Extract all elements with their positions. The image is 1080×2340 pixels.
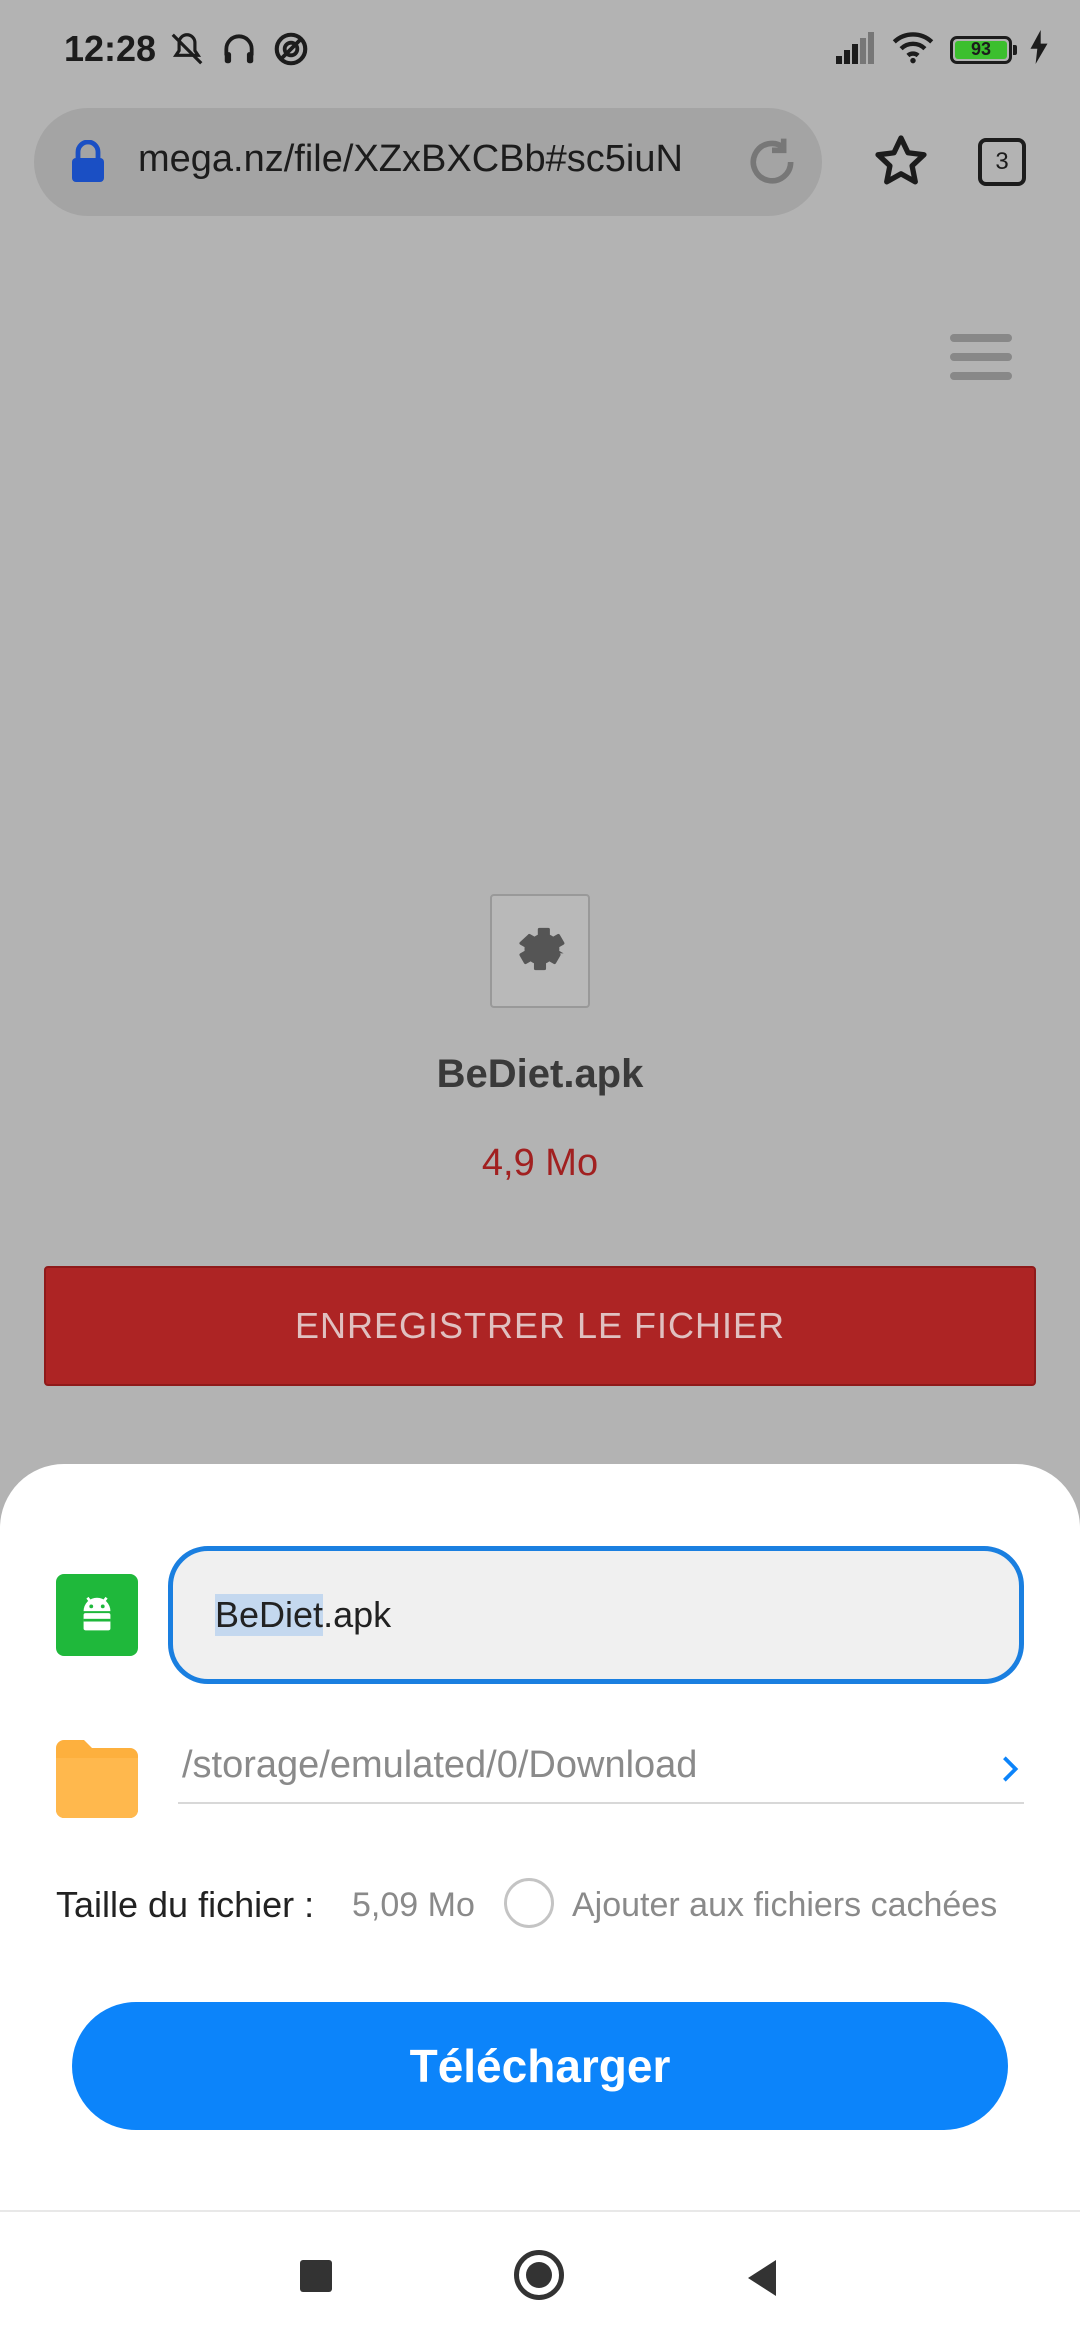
hidden-files-radio[interactable] (504, 1878, 554, 1928)
file-name: BeDiet.apk (436, 1052, 644, 1096)
selected-text: BeDiet (215, 1594, 324, 1636)
filename-extension: .apk (323, 1594, 392, 1635)
hidden-files-label[interactable]: Ajouter aux fichiers cachées (572, 1886, 997, 1925)
url-text[interactable]: mega.nz/file/XZxBXCBb#sc5iuN (138, 138, 728, 181)
wifi-icon (892, 30, 934, 69)
download-sheet: BeDiet .apk /storage/emulated/0/Download … (0, 1464, 1080, 2210)
signal-icon (836, 30, 876, 69)
headphones-icon (220, 30, 258, 73)
data-saver-icon (272, 30, 310, 73)
folder-icon (56, 1734, 138, 1818)
download-path-selector[interactable]: /storage/emulated/0/Download (178, 1732, 1024, 1804)
download-button[interactable]: Télécharger (72, 2002, 1008, 2130)
reload-icon[interactable] (744, 134, 800, 195)
file-size: 4,9 Mo (481, 1142, 599, 1184)
save-file-button[interactable]: ENREGISTRER LE FICHIER (44, 1266, 1036, 1386)
address-bar[interactable]: mega.nz/file/XZxBXCBb#sc5iuN (34, 108, 822, 216)
hamburger-menu-icon[interactable] (950, 334, 1012, 385)
chevron-right-icon[interactable] (1000, 1754, 1020, 1789)
android-app-icon (56, 1574, 138, 1656)
recents-icon[interactable] (300, 2260, 332, 2292)
filename-input[interactable]: BeDiet .apk (168, 1546, 1024, 1684)
back-icon[interactable] (744, 2258, 780, 2303)
battery-icon: 93 (950, 35, 1017, 64)
home-icon[interactable] (514, 2250, 564, 2300)
status-bar: 12:28 93 (0, 0, 1080, 100)
status-time: 12:28 (64, 28, 157, 69)
file-type-icon (490, 894, 590, 1008)
file-size-value: 5,09 Mo (352, 1886, 475, 1924)
battery-level: 93 (955, 39, 1007, 59)
download-path: /storage/emulated/0/Download (182, 1744, 698, 1786)
tab-switcher-button[interactable]: 3 (978, 138, 1026, 186)
bookmark-star-icon[interactable] (872, 132, 930, 195)
file-size-label: Taille du fichier : (56, 1884, 315, 1925)
gear-icon (507, 916, 573, 987)
charging-icon (1028, 30, 1050, 69)
mute-icon (168, 30, 206, 73)
navigation-bar (0, 2210, 1080, 2340)
lock-icon (70, 139, 106, 187)
